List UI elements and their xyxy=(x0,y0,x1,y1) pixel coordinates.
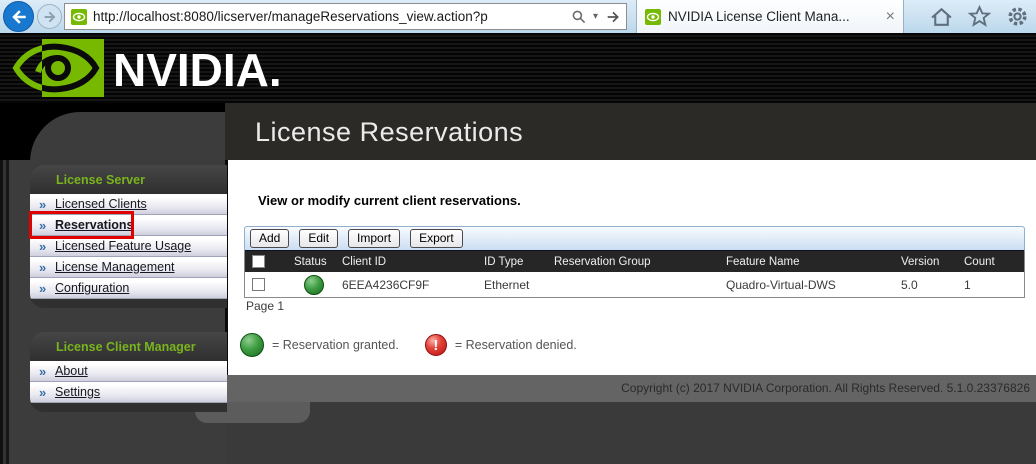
footer-bar: Copyright (c) 2017 NVIDIA Corporation. A… xyxy=(225,375,1036,402)
caret-down-icon[interactable]: ▾ xyxy=(593,11,598,22)
nvidia-eye-logo-icon xyxy=(12,39,104,97)
sidebar-link[interactable]: Configuration xyxy=(55,281,129,295)
add-button[interactable]: Add xyxy=(250,229,289,248)
sidebar-item-licensed-feature-usage[interactable]: » Licensed Feature Usage xyxy=(30,236,227,257)
column-header-id-type: ID Type xyxy=(482,256,552,268)
status-granted-icon xyxy=(304,275,324,295)
screen: http://localhost:8080/licserver/manageRe… xyxy=(0,0,1036,464)
address-bar[interactable]: http://localhost:8080/licserver/manageRe… xyxy=(64,3,627,30)
column-header-client-id: Client ID xyxy=(340,256,482,268)
page-title-band: License Reservations xyxy=(225,103,1036,160)
table-header-row: Status Client ID ID Type Reservation Gro… xyxy=(245,251,1024,272)
annotation-highlight-box xyxy=(29,211,134,239)
chevron-right-icon: » xyxy=(39,281,55,296)
import-button[interactable]: Import xyxy=(348,229,400,248)
sidebar-link[interactable]: Licensed Feature Usage xyxy=(55,239,191,253)
chevron-right-icon: » xyxy=(39,364,55,379)
select-all-checkbox[interactable] xyxy=(252,255,265,268)
column-header-status: Status xyxy=(292,256,340,268)
nvidia-favicon xyxy=(645,9,661,25)
legend-granted-label: = Reservation granted. xyxy=(272,338,399,352)
reservations-toolbar: Add Edit Import Export xyxy=(244,226,1025,253)
nvidia-favicon xyxy=(71,9,87,25)
cell-count: 1 xyxy=(962,278,1024,292)
main-content: View or modify current client reservatio… xyxy=(225,160,1036,375)
nvidia-wordmark: NVIDIA. xyxy=(113,43,282,97)
sidebar-item-about[interactable]: » About xyxy=(30,361,227,382)
cell-id-type: Ethernet xyxy=(482,278,552,292)
sidebar-link[interactable]: License Management xyxy=(55,260,175,274)
arrow-right-icon xyxy=(42,9,58,25)
chrome-toolbar-icons xyxy=(929,0,1030,33)
go-arrow-icon[interactable] xyxy=(604,9,622,25)
pagination-label: Page 1 xyxy=(246,299,284,313)
sidebar-link[interactable]: Settings xyxy=(55,385,100,399)
search-icon[interactable] xyxy=(571,9,587,25)
page-title: License Reservations xyxy=(255,103,1036,162)
column-header-feature-name: Feature Name xyxy=(724,256,899,268)
row-checkbox[interactable] xyxy=(252,278,265,291)
gear-settings-icon[interactable] xyxy=(1005,4,1030,29)
column-header-version: Version xyxy=(899,256,962,268)
cell-version: 5.0 xyxy=(899,278,962,292)
sidebar-item-settings[interactable]: » Settings xyxy=(30,382,227,403)
star-favorites-icon[interactable] xyxy=(967,4,992,29)
export-button[interactable]: Export xyxy=(410,229,463,248)
forward-button[interactable] xyxy=(37,4,62,29)
arrow-left-icon xyxy=(9,7,29,27)
home-icon[interactable] xyxy=(929,4,954,29)
sidebar-link[interactable]: Licensed Clients xyxy=(55,197,147,211)
copyright-text: Copyright (c) 2017 NVIDIA Corporation. A… xyxy=(621,381,1030,395)
back-button[interactable] xyxy=(3,1,34,32)
chevron-right-icon: » xyxy=(39,260,55,275)
chevron-right-icon: » xyxy=(39,239,55,254)
nvidia-masthead: NVIDIA. xyxy=(0,33,1036,103)
chevron-right-icon: » xyxy=(39,197,55,212)
edit-button[interactable]: Edit xyxy=(299,229,338,248)
sidebar-panel-footer xyxy=(30,403,227,412)
legend-denied-label: = Reservation denied. xyxy=(455,338,577,352)
sidebar-item-license-management[interactable]: » License Management xyxy=(30,257,227,278)
sidebar-section-title: License Server xyxy=(30,165,227,194)
status-legend: = Reservation granted. ! = Reservation d… xyxy=(240,333,577,357)
url-text[interactable]: http://localhost:8080/licserver/manageRe… xyxy=(93,9,565,24)
sidebar-panel-footer xyxy=(30,299,227,308)
legend-denied-icon: ! xyxy=(425,334,447,356)
browser-chrome: http://localhost:8080/licserver/manageRe… xyxy=(0,0,1036,33)
sidebar-section-license-client-manager: License Client Manager » About » Setting… xyxy=(30,332,227,412)
chevron-right-icon: » xyxy=(39,385,55,400)
cell-client-id: 6EEA4236CF9F xyxy=(340,278,482,292)
column-header-reservation-group: Reservation Group xyxy=(552,256,724,268)
sidebar-item-configuration[interactable]: » Configuration xyxy=(30,278,227,299)
sidebar-section-title: License Client Manager xyxy=(30,332,227,361)
table-row: 6EEA4236CF9F Ethernet Quadro-Virtual-DWS… xyxy=(245,272,1024,297)
sidebar-link[interactable]: About xyxy=(55,364,88,378)
column-header-count: Count xyxy=(962,256,1024,268)
cell-feature-name: Quadro-Virtual-DWS xyxy=(724,278,899,292)
browser-tab[interactable]: NVIDIA License Client Mana... × xyxy=(636,0,904,33)
legend-granted-icon xyxy=(240,333,264,357)
page-description: View or modify current client reservatio… xyxy=(258,193,521,208)
tab-title: NVIDIA License Client Mana... xyxy=(668,9,879,24)
reservations-table: Status Client ID ID Type Reservation Gro… xyxy=(244,251,1025,298)
tab-close-button[interactable]: × xyxy=(886,9,895,25)
sidebar-column: License Server » Licensed Clients » Rese… xyxy=(0,103,227,464)
